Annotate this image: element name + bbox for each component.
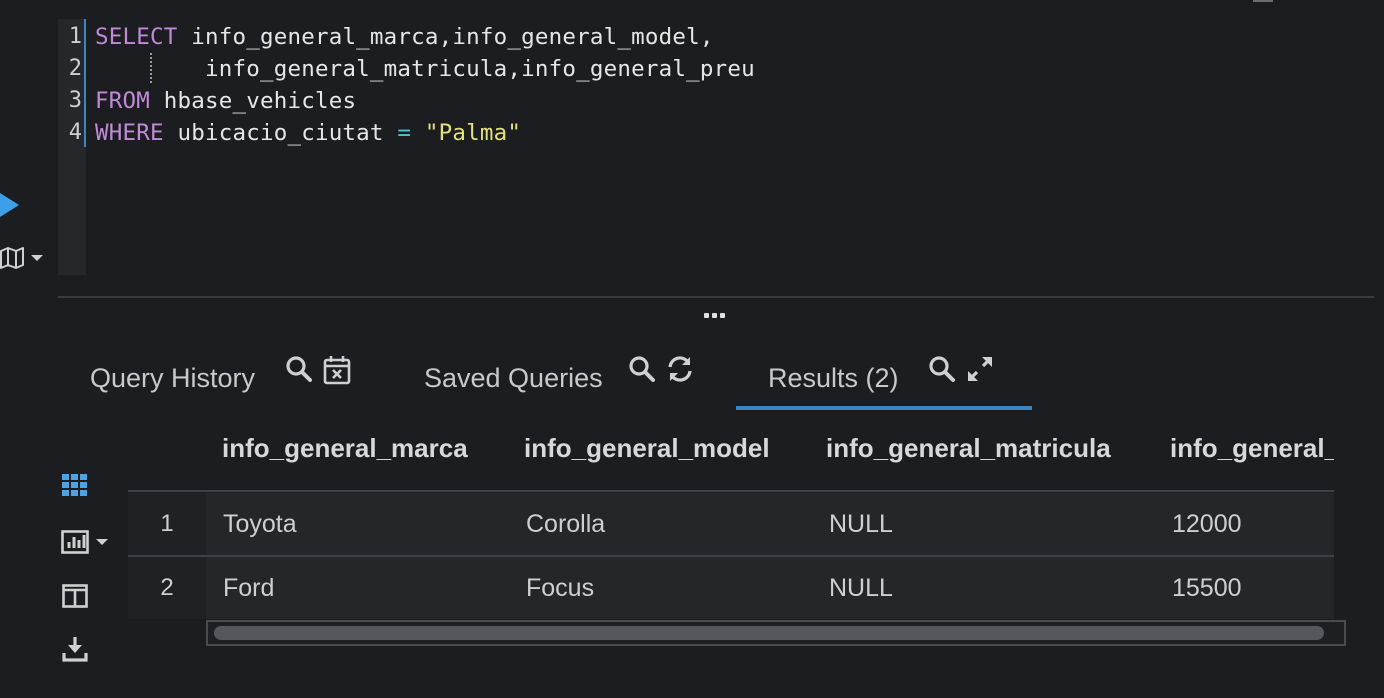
tab-results[interactable]: Results (2) [768,346,899,410]
tab-saved-queries-label: Saved Queries [424,362,603,393]
table-cell: Ford [223,574,275,602]
tab-query-history-label: Query History [90,362,256,393]
header-separator [128,490,1334,492]
code-line-3[interactable]: FROM hbase_vehicles [95,85,356,117]
line-number: 1 [68,24,82,49]
panel-divider [58,296,1374,298]
code-line-4[interactable]: WHERE ubicacio_ciutat = "Palma" [95,117,521,149]
map-icon [0,247,24,269]
table-cell: 12000 [1172,510,1242,538]
clipboard-icon[interactable] [1253,0,1273,2]
calendar-clear-icon[interactable] [323,355,351,385]
column-header-model[interactable]: info_general_model [524,430,770,466]
sql-keyword: FROM [95,88,150,114]
sql-operator: = [397,120,412,146]
search-icon[interactable] [628,355,656,383]
caret-down-icon [96,539,108,545]
scrollbar-thumb[interactable] [214,626,1324,640]
code-line-1[interactable]: SELECT info_general_marca,info_general_m… [95,21,714,53]
sql-editor[interactable]: 1 2 3 4 SELECT info_general_marca,info_g… [58,19,1378,275]
row-index: 1 [160,510,174,537]
active-tab-indicator [736,406,1032,410]
column-header-matricula[interactable]: info_general_matricula [826,430,1111,466]
line-number: 2 [68,56,82,81]
code-line-2[interactable]: info_general_matricula,info_general_preu [95,53,755,85]
table-cell: NULL [829,574,893,602]
table-cell: NULL [829,510,893,538]
column-header-preu[interactable]: info_general_ [1170,430,1334,466]
sql-text: ubicacio_ciutat [163,120,398,146]
bar-chart-icon [61,530,89,554]
grid-icon[interactable] [62,474,88,498]
table-cell: Corolla [526,510,606,538]
line-number: 4 [68,120,82,145]
tab-query-history[interactable]: Query History [90,346,255,410]
search-icon[interactable] [285,355,313,383]
search-icon[interactable] [928,355,956,383]
tab-saved-queries[interactable]: Saved Queries [424,346,603,410]
horizontal-scrollbar[interactable] [206,620,1346,646]
tab-results-label: Results (2) [768,362,899,393]
sql-text: info_general_matricula,info_general_preu [95,56,755,82]
play-icon[interactable] [0,193,19,217]
table-cell: 15500 [1172,574,1242,602]
refresh-icon[interactable] [666,355,694,383]
table-cell: Focus [526,574,595,602]
expand-icon[interactable] [966,355,994,383]
download-icon[interactable] [62,636,88,662]
sql-string: "Palma" [424,120,522,146]
line-number: 3 [68,88,82,113]
sql-text: hbase_vehicles [150,88,357,114]
row-index: 2 [160,574,174,601]
caret-down-icon [31,255,43,261]
column-header-preu-clip: info_general_ [1170,430,1334,470]
resize-handle[interactable] [704,313,725,318]
columns-icon[interactable] [62,584,88,608]
sql-text: info_general_marca,info_general_model, [177,24,714,50]
chart-button[interactable] [61,530,109,554]
table-row[interactable] [128,493,1334,555]
sql-keyword: WHERE [95,120,164,146]
table-row[interactable] [128,557,1334,619]
table-cell: Toyota [223,510,297,538]
column-header-marca[interactable]: info_general_marca [222,430,468,466]
sql-keyword: SELECT [95,24,178,50]
map-button[interactable] [0,246,44,270]
